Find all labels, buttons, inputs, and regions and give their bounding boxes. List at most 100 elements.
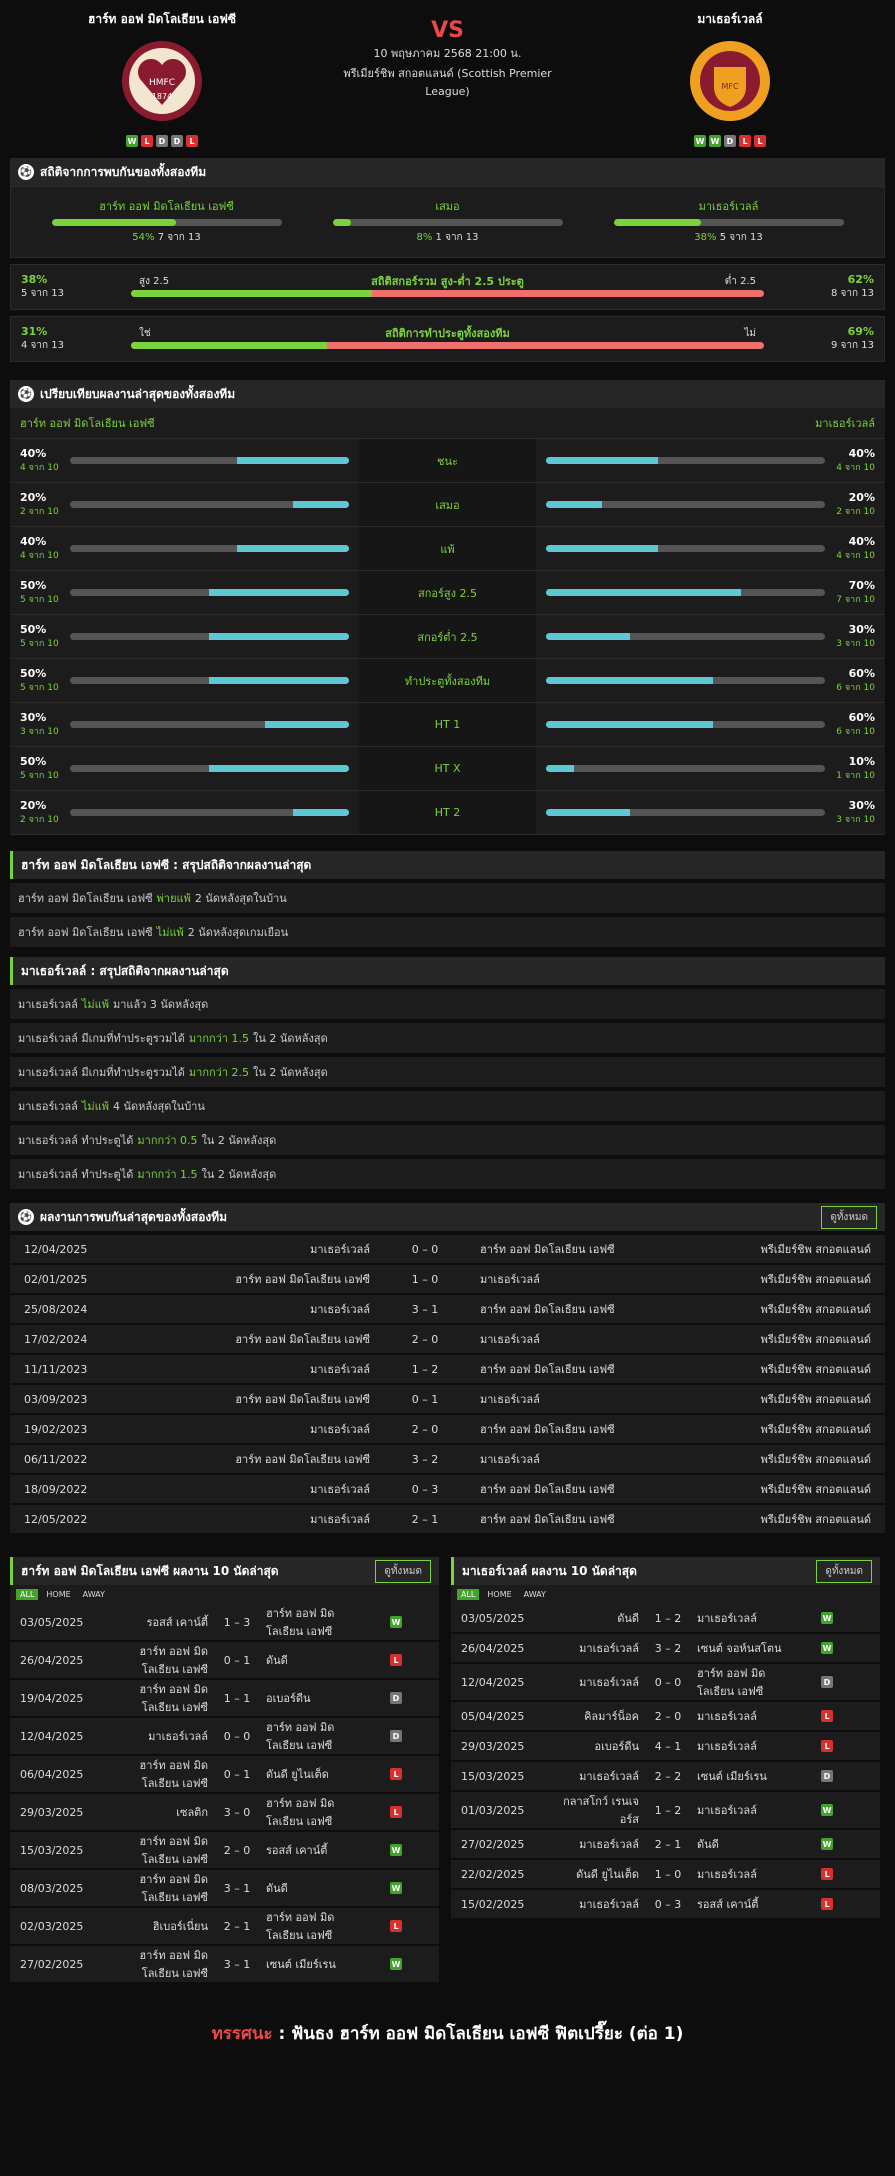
bar-fill	[546, 457, 658, 464]
bar-fill	[237, 545, 349, 552]
result-away: ฮาร์ท ออฟ มิด โลเธียน เอฟซี	[266, 1797, 335, 1828]
tab-away[interactable]: AWAY	[79, 1589, 109, 1600]
ou-left: 31% 4 จาก 13	[21, 325, 131, 353]
result-row[interactable]: 03/05/2025 ดันดี 1 – 2 มาเธอร์เวลล์ W	[451, 1604, 880, 1634]
compare-team-names: ฮาร์ท ออฟ มิดโลเธียน เอฟซี มาเธอร์เวลล์	[10, 408, 885, 438]
ou-right-pct: 69%	[847, 325, 874, 338]
summary-highlight: พ่ายแพ้	[156, 892, 191, 905]
summary-detail: ใน 2 นัดหลังสุด	[201, 1134, 277, 1147]
home-view-all-button[interactable]: ดูทั้งหมด	[375, 1559, 431, 1583]
meeting-row[interactable]: 12/04/2025 มาเธอร์เวลล์ 0 – 0 ฮาร์ท ออฟ มิด…	[10, 1235, 885, 1265]
result-row[interactable]: 26/04/2025 มาเธอร์เวลล์ 3 – 2 เซนต์ จอห์นสโ…	[451, 1634, 880, 1664]
verdict-sep: :	[272, 2024, 292, 2044]
form-badge: D	[156, 135, 168, 147]
compare-home-bar	[70, 809, 349, 816]
meeting-row[interactable]: 19/02/2023 มาเธอร์เวลล์ 2 – 0 ฮาร์ท ออฟ มิด…	[10, 1415, 885, 1445]
compare-away-pct: 30% 3 จาก 10	[825, 623, 875, 650]
meeting-row[interactable]: 06/11/2022 ฮาร์ท ออฟ มิดโลเธียน เอฟซี 3 – …	[10, 1445, 885, 1475]
meeting-date: 03/09/2023	[24, 1392, 88, 1406]
result-home: ดันดี ยูไนเต็ด	[576, 1868, 639, 1881]
result-date: 29/03/2025	[20, 1805, 84, 1819]
result-badge: W	[821, 1838, 833, 1850]
result-row[interactable]: 02/03/2025 ฮิเบอร์เนี่ยน 2 – 1 ฮาร์ท ออฟ มิ…	[10, 1908, 439, 1946]
h2h-stat-bar	[613, 219, 844, 226]
result-row[interactable]: 19/04/2025 ฮาร์ท ออฟ มิด โลเธียน เอฟซี 1 –…	[10, 1680, 439, 1718]
away-team: มาเธอร์เวลล์ MFC WWDLL	[620, 10, 840, 147]
result-home: ฮาร์ท ออฟ มิด โลเธียน เอฟซี	[139, 1949, 208, 1980]
result-row[interactable]: 15/02/2025 มาเธอร์เวลล์ 0 – 3 รอสส์ เคาน์ตี…	[451, 1890, 880, 1920]
meeting-row[interactable]: 25/08/2024 มาเธอร์เวลล์ 3 – 1 ฮาร์ท ออฟ มิด…	[10, 1295, 885, 1325]
meeting-row[interactable]: 11/11/2023 มาเธอร์เวลล์ 1 – 2 ฮาร์ท ออฟ มิด…	[10, 1355, 885, 1385]
tab-home[interactable]: HOME	[42, 1589, 74, 1600]
compare-away-pct: 60% 6 จาก 10	[825, 711, 875, 738]
tab-all[interactable]: ALL	[457, 1589, 480, 1600]
result-row[interactable]: 15/03/2025 ฮาร์ท ออฟ มิด โลเธียน เอฟซี 2 –…	[10, 1832, 439, 1870]
result-date: 06/04/2025	[20, 1767, 84, 1781]
split-bar	[131, 290, 764, 297]
result-outcome: W	[797, 1642, 857, 1654]
away-view-all-button[interactable]: ดูทั้งหมด	[816, 1559, 872, 1583]
result-row[interactable]: 08/03/2025 ฮาร์ท ออฟ มิด โลเธียน เอฟซี 3 –…	[10, 1870, 439, 1908]
result-row[interactable]: 06/04/2025 ฮาร์ท ออฟ มิด โลเธียน เอฟซี 0 –…	[10, 1756, 439, 1794]
result-row[interactable]: 12/04/2025 มาเธอร์เวลล์ 0 – 0 ฮาร์ท ออฟ มิด…	[451, 1664, 880, 1702]
compare-home-row: 50% 5 จาก 10	[10, 747, 359, 791]
meeting-row[interactable]: 03/09/2023 ฮาร์ท ออฟ มิดโลเธียน เอฟซี 0 – …	[10, 1385, 885, 1415]
result-row[interactable]: 29/03/2025 อเบอร์ดีน 4 – 1 มาเธอร์เวลล์ L	[451, 1732, 880, 1762]
summary-subject: ฮาร์ท ออฟ มิดโลเธียน เอฟซี	[18, 892, 153, 905]
result-score: 1 – 3	[223, 1615, 251, 1629]
summary-subject: มาเธอร์เวลล์ มีเกมที่ทำประตูรวมได้	[18, 1066, 185, 1079]
home-last10-list: 03/05/2025 รอสส์ เคาน์ตี้ 1 – 3 ฮาร์ท ออฟ ม…	[10, 1604, 439, 1984]
result-home: ฮาร์ท ออฟ มิด โลเธียน เอฟซี	[139, 1645, 208, 1676]
ou-left: 38% 5 จาก 13	[21, 273, 131, 301]
bar-fill	[613, 219, 701, 226]
pct: 30%	[848, 799, 875, 812]
tab-home[interactable]: HOME	[483, 1589, 515, 1600]
result-row[interactable]: 05/04/2025 คิลมาร์น็อค 2 – 0 มาเธอร์เวลล์ L	[451, 1702, 880, 1732]
result-row[interactable]: 27/02/2025 มาเธอร์เวลล์ 2 – 1 ดันดี W	[451, 1830, 880, 1860]
meeting-row[interactable]: 12/05/2022 มาเธอร์เวลล์ 2 – 1 ฮาร์ท ออฟ มิด…	[10, 1505, 885, 1535]
compare-away-row: 40% 4 จาก 10	[536, 439, 885, 483]
meeting-row[interactable]: 17/02/2024 ฮาร์ท ออฟ มิดโลเธียน เอฟซี 2 – …	[10, 1325, 885, 1355]
result-badge: W	[390, 1844, 402, 1856]
result-badge: D	[390, 1730, 402, 1742]
tab-all[interactable]: ALL	[16, 1589, 39, 1600]
result-row[interactable]: 01/03/2025 กลาสโกว์ เรนเจอร์ส 1 – 2 มาเธอร์…	[451, 1792, 880, 1830]
compare-label: HT 1	[358, 703, 537, 747]
result-score: 0 – 0	[223, 1729, 251, 1743]
result-date: 01/03/2025	[461, 1803, 525, 1817]
result-row[interactable]: 29/03/2025 เซลติก 3 – 0 ฮาร์ท ออฟ มิด โลเธี…	[10, 1794, 439, 1832]
meeting-row[interactable]: 18/09/2022 มาเธอร์เวลล์ 0 – 3 ฮาร์ท ออฟ มิด…	[10, 1475, 885, 1505]
result-row[interactable]: 27/02/2025 ฮาร์ท ออฟ มิด โลเธียน เอฟซี 3 –…	[10, 1946, 439, 1984]
meeting-date: 12/05/2022	[24, 1512, 88, 1526]
meeting-score: 2 – 0	[411, 1422, 439, 1436]
meetings-list: 12/04/2025 มาเธอร์เวลล์ 0 – 0 ฮาร์ท ออฟ มิด…	[10, 1235, 885, 1535]
match-league: พรีเมียร์ชิพ สกอตแลนด์ (Scottish Premier…	[343, 67, 552, 98]
result-row[interactable]: 12/04/2025 มาเธอร์เวลล์ 0 – 0 ฮาร์ท ออฟ มิด…	[10, 1718, 439, 1756]
split-bar	[131, 342, 764, 349]
result-away: ดันดี ยูไนเต็ด	[266, 1768, 329, 1781]
pct: 60%	[848, 667, 875, 680]
result-row[interactable]: 15/03/2025 มาเธอร์เวลล์ 2 – 2 เซนต์ เมียร์เ…	[451, 1762, 880, 1792]
bar-fill	[209, 633, 349, 640]
bar-fill	[546, 633, 630, 640]
compare-home-bar	[70, 545, 349, 552]
summary-subject: ฮาร์ท ออฟ มิดโลเธียน เอฟซี	[18, 926, 153, 939]
result-score: 1 – 2	[654, 1803, 682, 1817]
result-home: มาเธอร์เวลล์	[579, 1676, 639, 1689]
meeting-away: ฮาร์ท ออฟ มิดโลเธียน เอฟซี	[480, 1363, 615, 1376]
h2h-header: ⚽ สถิติจากการพบกันของทั้งสองทีม	[10, 158, 885, 186]
summary-highlight: ไม่แพ้	[156, 926, 184, 939]
meeting-row[interactable]: 02/01/2025 ฮาร์ท ออฟ มิดโลเธียน เอฟซี 1 – …	[10, 1265, 885, 1295]
result-score: 3 – 1	[223, 1957, 251, 1971]
compare-home-pct: 50% 5 จาก 10	[20, 667, 70, 694]
result-row[interactable]: 03/05/2025 รอสส์ เคาน์ตี้ 1 – 3 ฮาร์ท ออฟ ม…	[10, 1604, 439, 1642]
split-fill	[131, 290, 372, 297]
tab-away[interactable]: AWAY	[520, 1589, 550, 1600]
count: 6 จาก 10	[836, 727, 875, 737]
result-away: มาเธอร์เวลล์	[697, 1740, 757, 1753]
result-row[interactable]: 22/02/2025 ดันดี ยูไนเต็ด 1 – 0 มาเธอร์เวลล…	[451, 1860, 880, 1890]
h2h-count: 1 จาก 13	[432, 232, 479, 243]
result-home: มาเธอร์เวลล์	[579, 1770, 639, 1783]
result-row[interactable]: 26/04/2025 ฮาร์ท ออฟ มิด โลเธียน เอฟซี 0 –…	[10, 1642, 439, 1680]
view-all-button[interactable]: ดูทั้งหมด	[821, 1205, 877, 1229]
